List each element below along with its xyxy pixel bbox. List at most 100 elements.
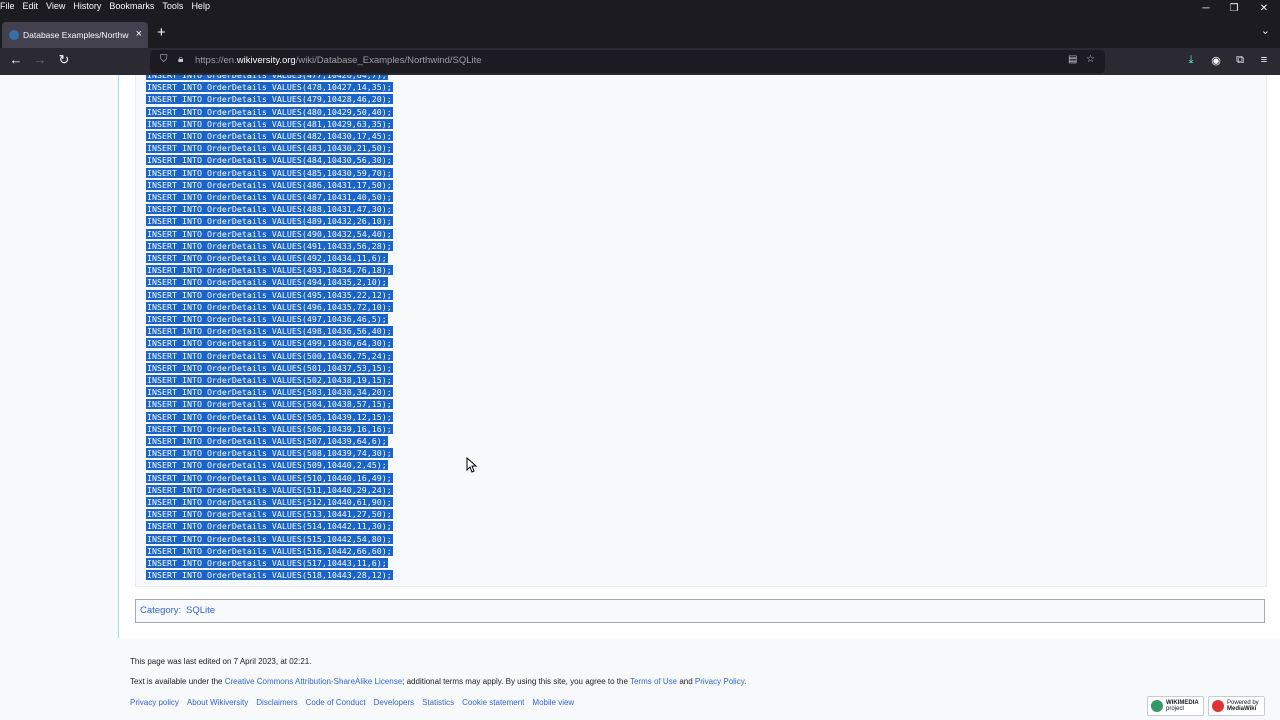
code-line: INSERT INTO OrderDetails VALUES(514,1044… [146, 521, 393, 532]
license-text: Text is available under the Creative Com… [130, 677, 747, 686]
main-content: INSERT INTO OrderDetails VALUES(477,1042… [118, 75, 1280, 638]
code-line: INSERT INTO OrderDetails VALUES(481,1042… [146, 118, 393, 129]
code-line: INSERT INTO OrderDetails VALUES(508,1043… [146, 448, 393, 459]
code-line: INSERT INTO OrderDetails VALUES(501,1043… [146, 362, 393, 373]
menu-item-history[interactable]: History [73, 1, 101, 11]
footer-link-code-of-conduct[interactable]: Code of Conduct [306, 698, 366, 707]
code-line: INSERT INTO OrderDetails VALUES(492,1043… [146, 253, 388, 263]
code-line: INSERT INTO OrderDetails VALUES(480,1042… [146, 106, 393, 117]
url-text[interactable]: https://en.wikiversity.org/wiki/Database… [195, 55, 482, 66]
code-line: INSERT INTO OrderDetails VALUES(510,1044… [146, 472, 393, 483]
code-line: INSERT INTO OrderDetails VALUES(505,1043… [146, 411, 393, 422]
menu-item-edit[interactable]: Edit [23, 1, 39, 11]
wikimedia-logo-icon [1151, 700, 1163, 712]
footer-link-mobile-view[interactable]: Mobile view [532, 698, 574, 707]
code-line: INSERT INTO OrderDetails VALUES(491,1043… [146, 240, 393, 251]
last-edited: This page was last edited on 7 April 202… [130, 657, 312, 666]
code-line: INSERT INTO OrderDetails VALUES(506,1043… [146, 423, 393, 434]
tab-title: Database Examples/Northwind/SQLite [23, 30, 129, 40]
cc-license-link[interactable]: Creative Commons Attribution-ShareAlike … [225, 677, 402, 686]
code-line: INSERT INTO OrderDetails VALUES(498,1043… [146, 326, 393, 337]
code-line: INSERT INTO OrderDetails VALUES(478,1042… [146, 82, 393, 93]
code-line: INSERT INTO OrderDetails VALUES(513,1044… [146, 509, 393, 520]
code-line: INSERT INTO OrderDetails VALUES(494,1043… [146, 277, 388, 288]
code-line: INSERT INTO OrderDetails VALUES(490,1043… [146, 228, 393, 239]
code-block[interactable]: INSERT INTO OrderDetails VALUES(477,1042… [135, 75, 1267, 587]
back-icon[interactable]: ← [6, 52, 26, 67]
code-line: INSERT INTO OrderDetails VALUES(493,1043… [146, 265, 393, 276]
url-bar[interactable]: ⛉ 🔒︎ https://en.wikiversity.org/wiki/Dat… [150, 50, 1105, 73]
menu-item-bookmarks[interactable]: Bookmarks [109, 1, 154, 11]
code-line: INSERT INTO OrderDetails VALUES(500,1043… [146, 350, 393, 361]
code-line: INSERT INTO OrderDetails VALUES(497,1043… [146, 314, 388, 324]
code-line: INSERT INTO OrderDetails VALUES(487,1043… [146, 192, 393, 202]
category-links: Category: SQLite [135, 599, 1265, 623]
menu-item-file[interactable]: File [0, 1, 15, 11]
code-line: INSERT INTO OrderDetails VALUES(488,1043… [146, 204, 393, 215]
download-icon[interactable]: ⤓ [1183, 54, 1199, 67]
mediawiki-logo-icon [1212, 700, 1224, 712]
account-icon[interactable]: ◉ [1208, 54, 1224, 67]
mediawiki-badge[interactable]: Powered by MediaWiki [1208, 696, 1265, 716]
footer-link-statistics[interactable]: Statistics [422, 698, 454, 707]
menu-item-view[interactable]: View [46, 1, 65, 11]
terms-link[interactable]: Terms of Use [630, 677, 677, 686]
close-window-icon[interactable]: ✕ [1250, 0, 1278, 18]
footer-link-disclaimers[interactable]: Disclaimers [256, 698, 297, 707]
menu-item-help[interactable]: Help [191, 1, 210, 11]
code-line: INSERT INTO OrderDetails VALUES(509,1044… [146, 460, 388, 471]
privacy-policy-link[interactable]: Privacy Policy [695, 677, 744, 686]
menu-bar: File Edit View History Bookmarks Tools Help [0, 0, 1280, 14]
favicon-icon [9, 30, 19, 40]
maximize-icon[interactable]: ❐ [1220, 0, 1248, 18]
code-line: INSERT INTO OrderDetails VALUES(489,1043… [146, 216, 393, 227]
code-line: INSERT INTO OrderDetails VALUES(479,1042… [146, 94, 393, 105]
tab-close-icon[interactable]: × [136, 28, 142, 40]
wikimedia-badge[interactable]: WIKIMEDIA project [1147, 696, 1204, 716]
code-line: INSERT INTO OrderDetails VALUES(484,1043… [146, 155, 393, 166]
extensions-icon[interactable]: ⧉ [1232, 54, 1248, 67]
footer-places: Privacy policy About Wikiversity Disclaime… [130, 698, 582, 707]
code-line: INSERT INTO OrderDetails VALUES(507,1043… [146, 436, 388, 446]
new-tab-button[interactable]: + [157, 24, 166, 41]
code-line: INSERT INTO OrderDetails VALUES(511,1044… [146, 484, 393, 495]
code-line: INSERT INTO OrderDetails VALUES(496,1043… [146, 301, 393, 312]
code-line: INSERT INTO OrderDetails VALUES(499,1043… [146, 338, 393, 349]
footer-link-cookie-statement[interactable]: Cookie statement [462, 698, 524, 707]
category-label[interactable]: Category: [140, 605, 181, 616]
tab-bar: Database Examples/Northwind/SQLite × + ⌄ [0, 18, 1280, 48]
bookmark-star-icon[interactable]: ☆ [1086, 54, 1095, 65]
code-line: INSERT INTO OrderDetails VALUES(495,1043… [146, 289, 393, 300]
code-line: INSERT INTO OrderDetails VALUES(483,1043… [146, 143, 393, 154]
menu-icon[interactable]: ≡ [1256, 54, 1272, 66]
shield-icon[interactable]: ⛉ [160, 54, 168, 65]
tab-active[interactable]: Database Examples/Northwind/SQLite × [2, 22, 148, 48]
code-line: INSERT INTO OrderDetails VALUES(518,1044… [146, 570, 393, 581]
reload-icon[interactable]: ↻ [54, 52, 74, 68]
code-line: INSERT INTO OrderDetails VALUES(503,1043… [146, 387, 393, 398]
category-sqlite-link[interactable]: SQLite [186, 605, 215, 616]
page-content: INSERT INTO OrderDetails VALUES(477,1042… [0, 75, 1280, 720]
nav-bar: ← → ↻ ⛉ 🔒︎ https://en.wikiversity.org/wi… [0, 48, 1280, 75]
footer-link-privacy-policy[interactable]: Privacy policy [130, 698, 179, 707]
code-line: INSERT INTO OrderDetails VALUES(512,1044… [146, 497, 393, 507]
code-line: INSERT INTO OrderDetails VALUES(502,1043… [146, 375, 393, 385]
forward-icon[interactable]: → [30, 52, 50, 67]
menu-items: File Edit View History Bookmarks Tools Help [0, 1, 218, 11]
code-line: INSERT INTO OrderDetails VALUES(486,1043… [146, 179, 393, 190]
code-line: INSERT INTO OrderDetails VALUES(517,1044… [146, 558, 388, 568]
code-line: INSERT INTO OrderDetails VALUES(485,1043… [146, 167, 393, 178]
menu-item-tools[interactable]: Tools [162, 1, 183, 11]
code-line: INSERT INTO OrderDetails VALUES(516,1044… [146, 545, 393, 556]
code-line: INSERT INTO OrderDetails VALUES(515,1044… [146, 533, 393, 544]
reader-view-icon[interactable]: ▤ [1068, 54, 1077, 65]
footer-link-about-wikiversity[interactable]: About Wikiversity [187, 698, 248, 707]
code-line: INSERT INTO OrderDetails VALUES(477,1042… [146, 75, 388, 80]
list-tabs-icon[interactable]: ⌄ [1261, 24, 1270, 37]
code-line: INSERT INTO OrderDetails VALUES(504,1043… [146, 399, 393, 410]
code-line: INSERT INTO OrderDetails VALUES(482,1043… [146, 131, 393, 141]
left-sidebar [0, 75, 118, 638]
lock-icon[interactable]: 🔒︎ [178, 54, 183, 65]
footer-link-developers[interactable]: Developers [374, 698, 414, 707]
minimize-icon[interactable]: ─ [1192, 0, 1220, 18]
